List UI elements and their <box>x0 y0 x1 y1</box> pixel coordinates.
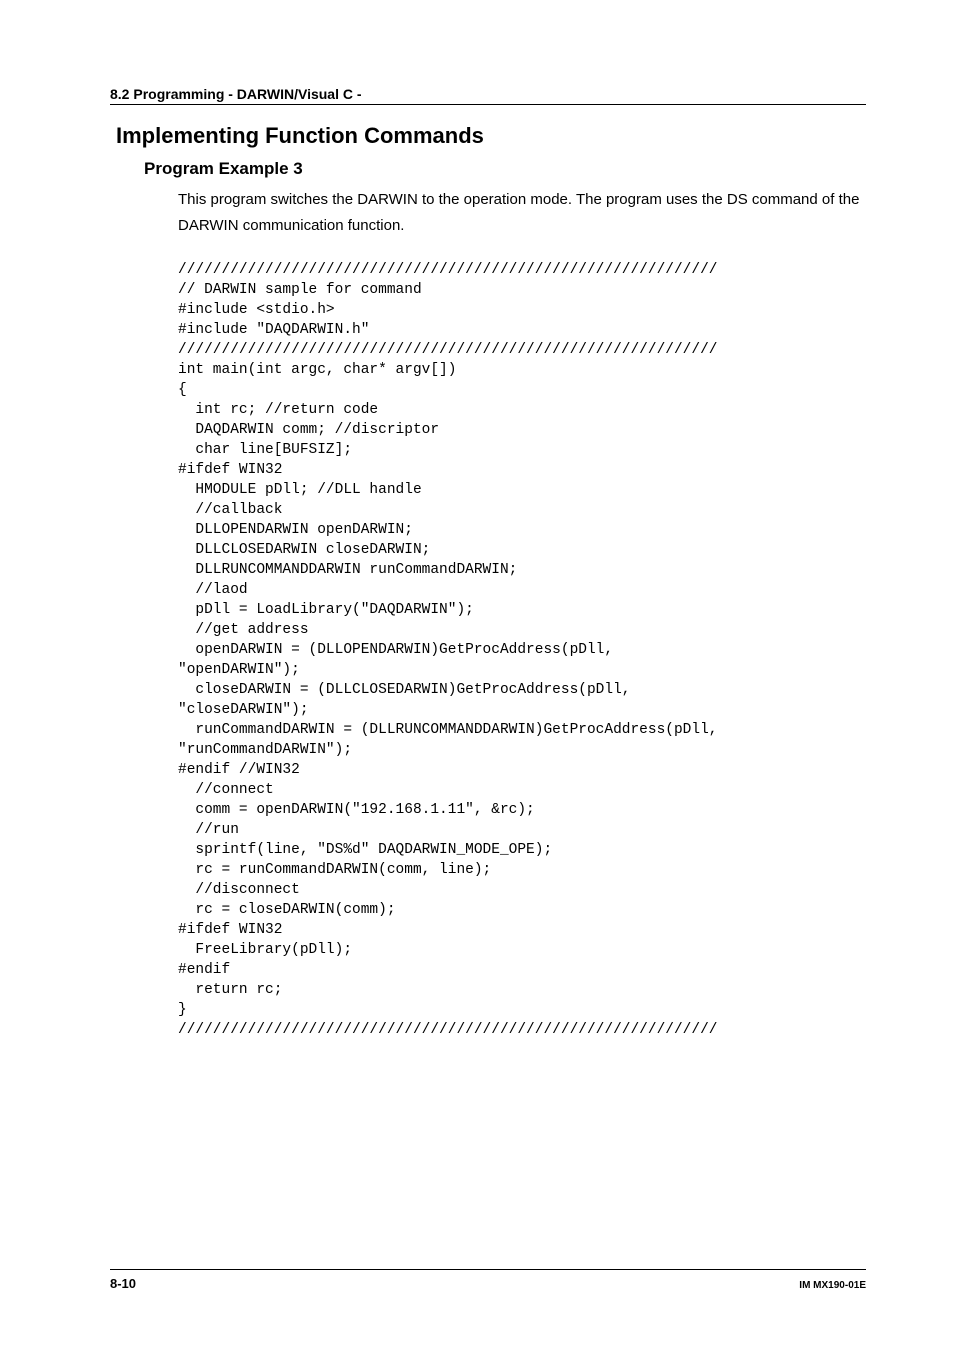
footer-divider <box>110 1269 866 1270</box>
heading-main: Implementing Function Commands <box>116 123 866 149</box>
heading-sub: Program Example 3 <box>144 159 866 179</box>
document-id: IM MX190-01E <box>799 1280 866 1291</box>
code-block: ////////////////////////////////////////… <box>178 260 866 1040</box>
page-number: 8-10 <box>110 1276 136 1291</box>
header-divider <box>110 104 866 105</box>
description-text: This program switches the DARWIN to the … <box>178 187 866 238</box>
section-header: 8.2 Programming - DARWIN/Visual C - <box>110 86 866 102</box>
